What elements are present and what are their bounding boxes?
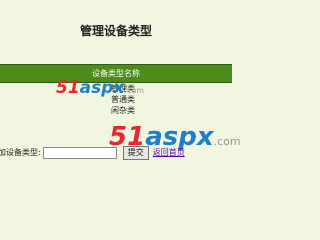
add-device-type-form: 加设备类型: 提交 返回首页 bbox=[0, 145, 185, 160]
submit-button[interactable]: 提交 bbox=[122, 145, 149, 160]
back-home-link[interactable]: 返回首页 bbox=[153, 147, 185, 158]
page-title: 管理设备类型 bbox=[79, 24, 152, 38]
device-type-label: 加设备类型: bbox=[0, 148, 41, 157]
table-row: 闲杂类 bbox=[111, 106, 135, 115]
device-type-input[interactable] bbox=[42, 146, 117, 159]
watermark-logo: 51aspx.com bbox=[56, 78, 145, 98]
